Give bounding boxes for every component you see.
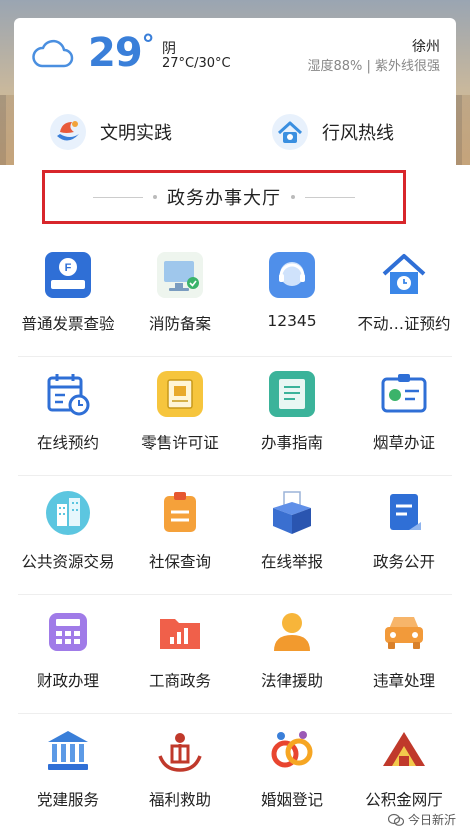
service-12345[interactable]: 12345 (234, 248, 350, 348)
service-row: 在线预约 零售许可证 办事指南 烟草办证 (0, 357, 470, 476)
svg-text:F: F (65, 262, 72, 274)
service-finance[interactable]: 财政办理 (10, 605, 126, 705)
headset-service-icon (269, 252, 315, 298)
city-name[interactable]: 徐州 (412, 36, 440, 56)
invoice-check-icon: F (45, 252, 91, 298)
service-marriage-registration[interactable]: 婚姻登记 (234, 724, 350, 824)
service-housing-fund[interactable]: 公积金网厅 (346, 724, 462, 824)
service-welfare-relief[interactable]: 福利救助 (122, 724, 238, 824)
service-label: 工商政务 (148, 672, 211, 690)
top-card: 29° 阴 27°C/30°C 徐州 湿度88% | 紫外线很强 文明实践 行风… (14, 18, 456, 165)
welfare-hands-icon (158, 733, 202, 772)
service-label: 法律援助 (260, 672, 323, 690)
weather-widget[interactable]: 29° 阴 27°C/30°C 徐州 湿度88% | 紫外线很强 (14, 18, 456, 96)
service-label: 在线预约 (36, 434, 99, 452)
service-invoice-check[interactable]: F 普通发票查验 (10, 248, 126, 348)
section-title-government-hall: 政务办事大厅 (42, 170, 406, 224)
quick-link-hotline[interactable]: 行风热线 (270, 110, 394, 154)
service-public-resource-trading[interactable]: 公共资源交易 (10, 486, 126, 586)
service-retail-license[interactable]: 零售许可证 (122, 367, 238, 467)
service-label: 公共资源交易 (21, 553, 115, 571)
service-label: 财政办理 (36, 672, 99, 690)
divider (305, 196, 355, 198)
housing-fund-logo-icon (383, 732, 425, 766)
person-icon (274, 613, 310, 651)
fire-filing-monitor-icon (157, 252, 203, 298)
service-guide[interactable]: 办事指南 (234, 367, 350, 467)
watermark-text: 今日新沂 (407, 813, 456, 827)
document-icon (390, 494, 421, 530)
service-label: 社保查询 (148, 553, 211, 571)
service-online-appointment[interactable]: 在线预约 (10, 367, 126, 467)
service-label: 福利救助 (148, 791, 211, 809)
service-label: 零售许可证 (141, 434, 219, 452)
cloud-icon (32, 39, 74, 68)
guide-scroll-icon (269, 371, 315, 417)
service-social-security[interactable]: 社保查询 (122, 486, 238, 586)
folder-chart-icon (160, 619, 200, 649)
quick-link-label: 行风热线 (322, 123, 394, 144)
service-tobacco-license[interactable]: 烟草办证 (346, 367, 462, 467)
house-clock-icon (382, 254, 426, 294)
hotline-house-icon (272, 114, 308, 150)
calendar-clock-icon (47, 374, 90, 416)
quick-links: 文明实践 行风热线 (14, 110, 456, 154)
service-government-disclosure[interactable]: 政务公开 (346, 486, 462, 586)
id-card-icon (381, 374, 427, 413)
civilization-practice-icon (50, 114, 86, 150)
car-icon (385, 617, 423, 649)
service-party-building[interactable]: 党建服务 (10, 724, 126, 824)
quick-link-civilization-practice[interactable]: 文明实践 (48, 110, 172, 154)
buildings-icon (46, 491, 90, 535)
service-row: 财政办理 工商政务 法律援助 违章处理 (0, 595, 470, 714)
ballot-box-icon (273, 491, 311, 534)
section-title-text: 政务办事大厅 (167, 188, 281, 209)
service-label: 办事指南 (260, 434, 323, 452)
service-label: 普通发票查验 (21, 315, 115, 333)
service-violation-handling[interactable]: 违章处理 (346, 605, 462, 705)
service-label: 12345 (267, 312, 317, 330)
service-label: 公积金网厅 (365, 791, 443, 809)
service-label: 政务公开 (372, 553, 435, 571)
service-label: 消防备案 (148, 315, 211, 333)
divider-dot (153, 195, 157, 199)
temperature-range: 27°C/30°C (162, 56, 231, 71)
service-label: 党建服务 (36, 791, 99, 809)
calculator-icon (49, 613, 87, 651)
service-row: 公共资源交易 社保查询 在线举报 政务公开 (0, 476, 470, 595)
temperature-value: 29° (88, 30, 155, 76)
service-online-report[interactable]: 在线举报 (234, 486, 350, 586)
divider-dot (291, 195, 295, 199)
service-fire-filing[interactable]: 消防备案 (122, 248, 238, 348)
quick-link-label: 文明实践 (100, 123, 172, 144)
marriage-rings-icon (271, 731, 313, 768)
pillars-building-icon (48, 731, 88, 770)
service-legal-aid[interactable]: 法律援助 (234, 605, 350, 705)
service-business-affairs[interactable]: 工商政务 (122, 605, 238, 705)
service-label: 不动…证预约 (357, 315, 451, 333)
service-grid: F 普通发票查验 消防备案 12345 不动…证预约 在线预约 零售许可证 办事… (0, 238, 470, 833)
service-label: 违章处理 (372, 672, 435, 690)
service-label: 婚姻登记 (260, 791, 323, 809)
service-label: 烟草办证 (372, 434, 435, 452)
clipboard-icon (164, 492, 196, 532)
wechat-icon (387, 813, 404, 826)
service-row: F 普通发票查验 消防备案 12345 不动…证预约 (0, 238, 470, 357)
humidity-uv-info: 湿度88% | 紫外线很强 (307, 59, 440, 74)
watermark: 今日新沂 (387, 811, 456, 828)
weather-condition: 阴 (162, 41, 176, 57)
divider (93, 196, 143, 198)
service-real-estate-appointment[interactable]: 不动…证预约 (346, 248, 462, 348)
certificate-icon (157, 371, 203, 417)
service-label: 在线举报 (260, 553, 323, 571)
